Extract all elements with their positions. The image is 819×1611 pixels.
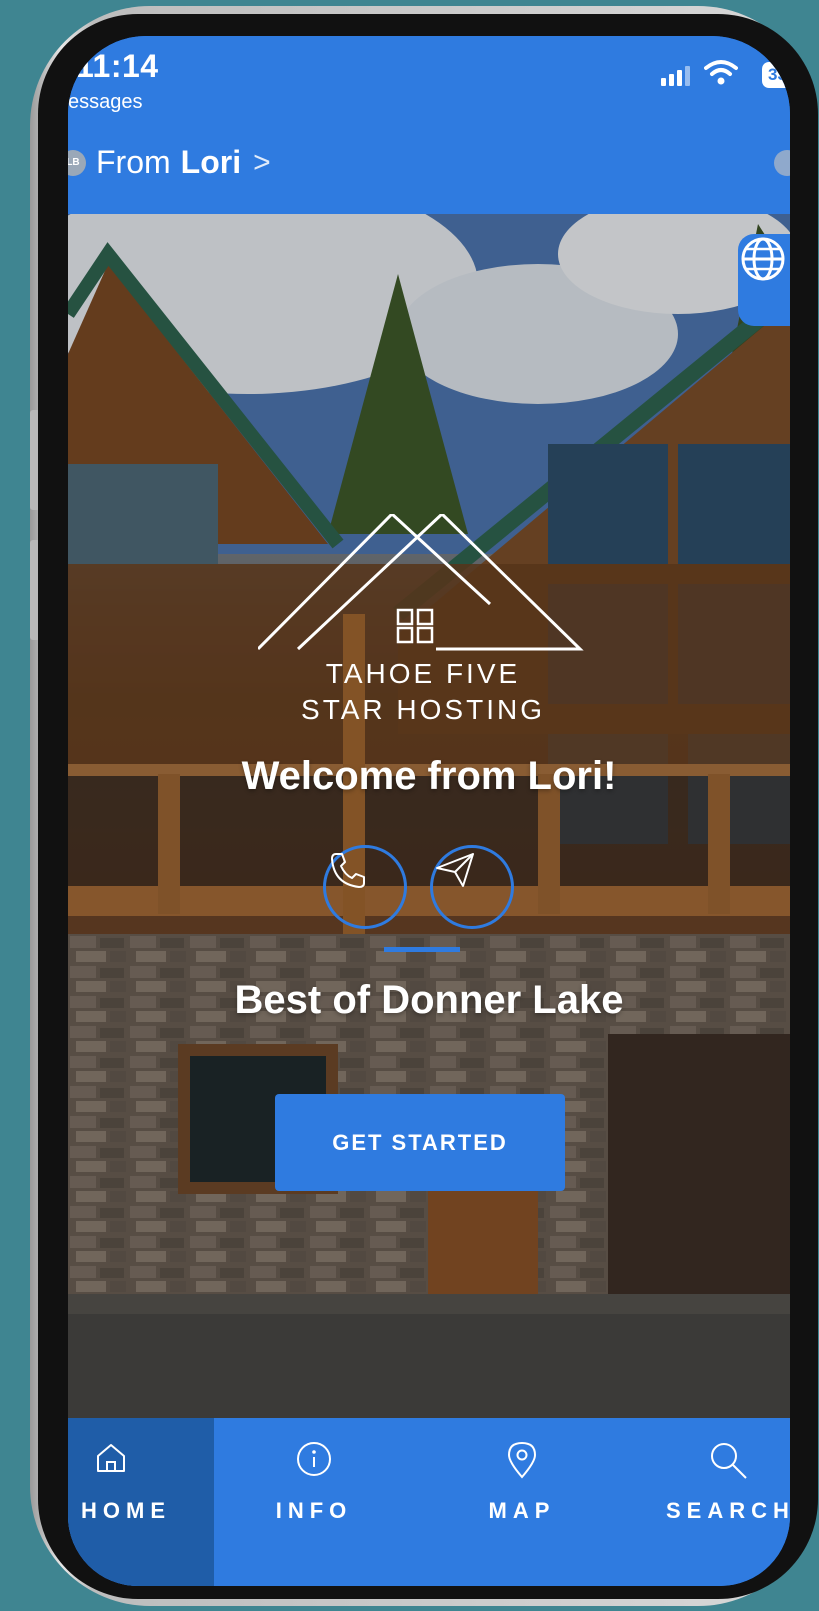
brand-name-line2: STAR HOSTING [301, 694, 545, 725]
welcome-heading: Welcome from Lori! [241, 754, 617, 798]
tab-home-label: HOME [81, 1498, 171, 1523]
bottom-tab-bar: HOME INFO MAP SEARCH [68, 1418, 790, 1586]
message-button[interactable] [430, 845, 514, 929]
close-icon[interactable] [774, 150, 790, 176]
tab-map[interactable]: MAP [422, 1418, 622, 1586]
back-to-app-link[interactable]: essages [68, 91, 143, 114]
chevron-right-icon: > [253, 145, 271, 179]
map-pin-icon [507, 1441, 537, 1479]
tab-home[interactable]: HOME [68, 1418, 214, 1586]
paper-plane-icon [436, 853, 474, 887]
avatar: LB [68, 149, 86, 176]
search-icon [711, 1443, 747, 1479]
tab-info-label: INFO [275, 1498, 353, 1523]
sender-name: Lori [180, 144, 242, 180]
status-time: 11:14 [76, 48, 159, 84]
photo-overlay [68, 214, 790, 1418]
brand-logo: TAHOE FIVE STAR HOSTING [258, 514, 588, 734]
tab-search-label: SEARCH [666, 1498, 790, 1523]
wifi-icon [704, 58, 738, 91]
from-prefix: From [96, 144, 171, 180]
language-button[interactable] [738, 234, 790, 326]
phone-icon [331, 853, 365, 888]
info-icon [297, 1442, 331, 1476]
get-started-button[interactable]: GET STARTED [275, 1094, 565, 1191]
home-icon [97, 1444, 125, 1472]
hero-subtitle: Best of Donner Lake [234, 978, 624, 1022]
globe-icon [741, 237, 785, 281]
brand-name-line1: TAHOE FIVE [325, 658, 521, 689]
signal-icon [661, 66, 690, 86]
tab-search[interactable]: SEARCH [624, 1418, 790, 1586]
mountain-logo-icon [258, 514, 584, 651]
divider [384, 947, 460, 952]
tab-map-label: MAP [488, 1498, 556, 1523]
status-header: 11:14 essages 33 LB From Lori > [68, 36, 790, 214]
conversation-title[interactable]: LB From Lori > [68, 144, 271, 181]
call-button[interactable] [323, 845, 407, 929]
app-screen: 11:14 essages 33 LB From Lori > TAHOE FI… [68, 36, 790, 1586]
hero-section: TAHOE FIVE STAR HOSTING Welcome from Lor… [68, 214, 790, 1418]
battery-icon: 33 [762, 62, 790, 88]
tab-info[interactable]: INFO [214, 1418, 414, 1586]
